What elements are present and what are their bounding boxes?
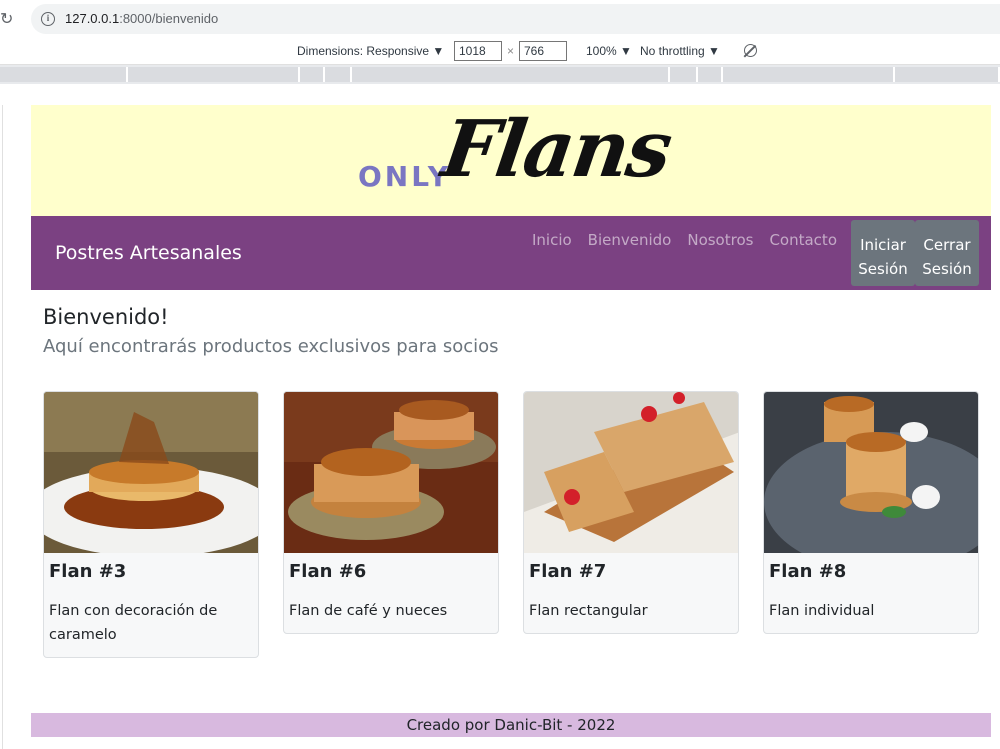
logout-button[interactable]: Cerrar Sesión	[915, 220, 979, 286]
media-query-segment[interactable]	[300, 67, 325, 82]
device-toolbar: Dimensions: Responsive ▼ 1018 × 766 100%…	[0, 38, 1000, 65]
throttling-dropdown[interactable]: No throttling ▼	[640, 44, 720, 58]
reload-icon[interactable]: ↻	[0, 9, 18, 29]
times-sign: ×	[507, 44, 515, 58]
nav-link-bienvenido[interactable]: Bienvenido	[580, 231, 680, 249]
login-button[interactable]: Iniciar Sesión	[851, 220, 915, 286]
media-query-segment[interactable]	[128, 67, 300, 82]
logo-flans-text: Flans	[436, 104, 676, 195]
logout-label-line1: Cerrar	[923, 236, 971, 254]
card-title: Flan #3	[49, 561, 127, 582]
flan-3-image	[44, 392, 258, 553]
card-text: Flan rectangular	[529, 603, 648, 619]
height-input[interactable]: 766	[519, 41, 567, 61]
media-query-segment[interactable]	[0, 67, 128, 82]
card-title: Flan #7	[529, 561, 607, 582]
rotate-icon[interactable]	[744, 44, 757, 57]
width-input[interactable]: 1018	[454, 41, 502, 61]
nav-link-inicio[interactable]: Inicio	[524, 231, 580, 249]
navbar-brand[interactable]: Postres Artesanales	[55, 242, 242, 264]
media-query-segment[interactable]	[698, 67, 723, 82]
zoom-dropdown[interactable]: 100% ▼	[586, 44, 632, 58]
product-card[interactable]: Flan #7 Flan rectangular	[523, 391, 739, 634]
nav-links: Inicio Bienvenido Nosotros Contacto	[524, 231, 845, 249]
page-subtitle: Aquí encontrarás productos exclusivos pa…	[43, 336, 499, 357]
product-card[interactable]: Flan #8 Flan individual	[763, 391, 979, 634]
omnibox[interactable]: i 127.0.0.1:8000/bienvenido	[31, 4, 1000, 34]
card-text: Flan individual	[769, 603, 875, 619]
nav-link-contacto[interactable]: Contacto	[761, 231, 845, 249]
main-content: Bienvenido! Aquí encontrarás productos e…	[43, 305, 979, 357]
dimensions-dropdown[interactable]: Dimensions: Responsive ▼	[297, 44, 444, 58]
navbar: Postres Artesanales Inicio Bienvenido No…	[31, 216, 991, 290]
logo-banner: ONLY Flans	[31, 104, 991, 216]
nav-link-nosotros[interactable]: Nosotros	[679, 231, 761, 249]
media-query-segment[interactable]	[723, 67, 895, 82]
product-card[interactable]: Flan #6 Flan de café y nueces	[283, 391, 499, 634]
page-title: Bienvenido!	[43, 305, 169, 329]
url-text[interactable]: 127.0.0.1:8000/bienvenido	[65, 11, 218, 26]
login-label-line2: Sesión	[858, 260, 908, 278]
logout-label-line2: Sesión	[922, 260, 972, 278]
viewport-border	[2, 105, 3, 749]
media-query-segment[interactable]	[895, 67, 1000, 82]
card-title: Flan #6	[289, 561, 367, 582]
flan-7-image	[524, 392, 738, 553]
card-text: Flan con decoración de caramelo	[49, 603, 218, 643]
media-query-segment[interactable]	[352, 67, 670, 82]
flan-8-image	[764, 392, 978, 553]
media-query-segment[interactable]	[670, 67, 698, 82]
info-icon[interactable]: i	[41, 12, 55, 26]
media-query-segment[interactable]	[325, 67, 352, 82]
card-title: Flan #8	[769, 561, 847, 582]
media-query-bar	[0, 65, 1000, 84]
flan-6-image	[284, 392, 498, 553]
login-label-line1: Iniciar	[860, 236, 906, 254]
viewport-margin	[0, 84, 1000, 105]
card-text: Flan de café y nueces	[289, 603, 448, 619]
footer: Creado por Danic-Bit - 2022	[31, 713, 991, 737]
browser-address-bar: ↻ i 127.0.0.1:8000/bienvenido	[0, 0, 1000, 38]
product-card[interactable]: Flan #3 Flan con decoración de caramelo	[43, 391, 259, 658]
